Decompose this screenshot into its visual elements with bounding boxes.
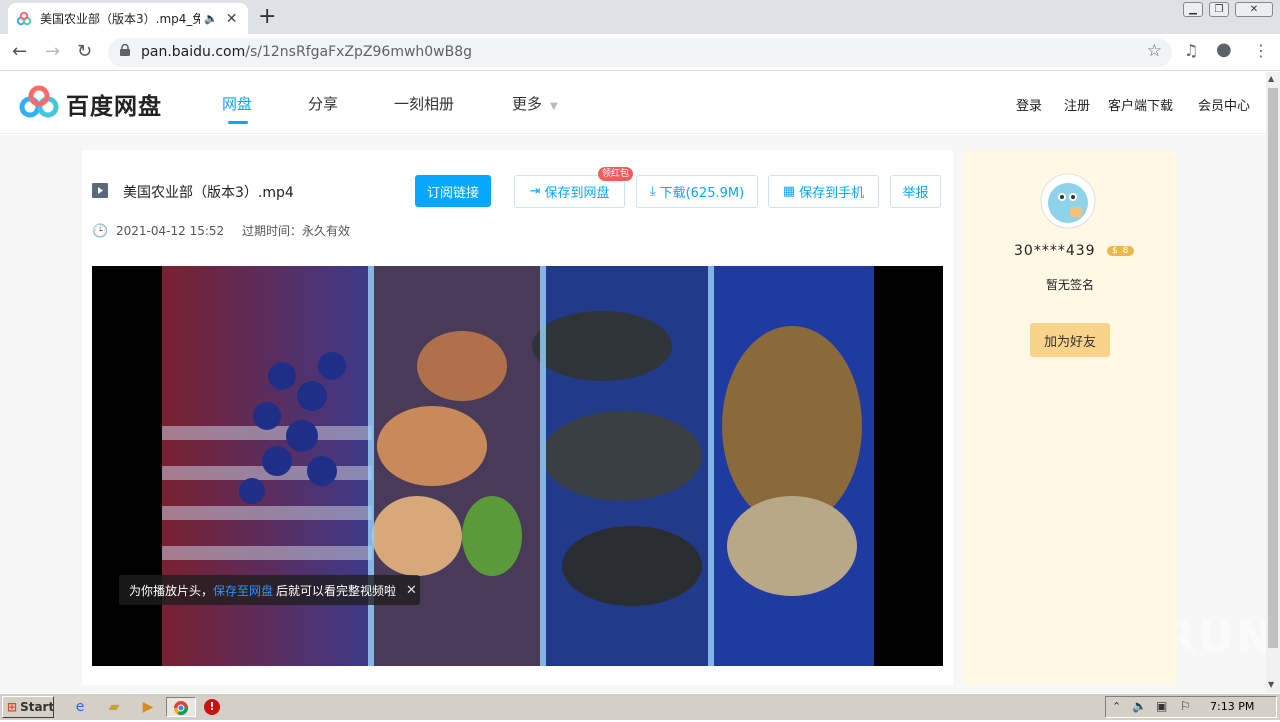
site-header: 百度网盘 网盘 分享 一刻相册 更多 ▼ 登录 注册 客户端下载 会员中心: [0, 72, 1266, 134]
scroll-up-arrow-icon[interactable]: ▲: [1268, 74, 1274, 83]
file-name: 美国农业部（版本3）.mp4: [123, 185, 294, 201]
url-text: pan.baidu.com/s/12nsRfgaFxZpZ96mwh0wB8g: [141, 44, 473, 60]
media-control-icon[interactable]: ♫: [1184, 41, 1198, 60]
close-window-button[interactable]: ✕: [1235, 2, 1273, 17]
nav-more[interactable]: 更多 ▼: [512, 93, 558, 114]
tab-close-icon[interactable]: ✕: [226, 11, 238, 27]
login-link[interactable]: 登录: [1016, 95, 1042, 114]
preview-toast: 为你播放片头， 保存至网盘 后就可以看完整视频啦 ✕: [119, 575, 420, 605]
level-badge: $ 8: [1107, 246, 1135, 256]
add-friend-button[interactable]: 加为好友: [1030, 323, 1110, 357]
member-center-link[interactable]: 会员中心: [1198, 95, 1250, 114]
menu-kebab-icon[interactable]: ⋮: [1253, 41, 1269, 60]
register-link[interactable]: 注册: [1064, 95, 1090, 114]
lock-icon: [120, 44, 130, 56]
forward-arrow-icon[interactable]: →: [45, 41, 60, 62]
explorer-folder-icon[interactable]: ▰: [104, 697, 124, 717]
minimize-button[interactable]: ▁: [1183, 2, 1203, 17]
nav-album[interactable]: 一刻相册: [394, 93, 454, 114]
expiry-text: 过期时间：永久有效: [241, 224, 350, 238]
toast-close-icon[interactable]: ✕: [406, 583, 417, 598]
clock-icon: 🕒: [92, 224, 109, 239]
subscribe-button[interactable]: 订阅链接: [415, 175, 491, 207]
save-to-phone-button[interactable]: ▦ 保存到手机: [768, 175, 879, 208]
active-nav-underline: [228, 121, 248, 124]
avatar[interactable]: [1040, 173, 1096, 229]
download-icon: ⤓: [649, 184, 656, 199]
nav-share[interactable]: 分享: [308, 93, 338, 114]
restore-button[interactable]: ❐: [1209, 2, 1229, 17]
report-button[interactable]: 举报: [890, 175, 941, 208]
toast-text-suffix: 后就可以看完整视频啦: [276, 583, 397, 598]
tab-title: 美国农业部（版本3）.mp4_免费: [40, 12, 200, 26]
tab-strip: 美国农业部（版本3）.mp4_免费 🔈 ✕ + ▁ ❐ ✕: [0, 0, 1280, 34]
network-icon[interactable]: ▣: [1156, 699, 1167, 713]
client-download-link[interactable]: 客户端下载: [1108, 95, 1173, 114]
address-bar[interactable]: pan.baidu.com/s/12nsRfgaFxZpZ96mwh0wB8g …: [108, 38, 1172, 67]
windows-taskbar: ⊞ Start e ▰ ▶ ! ⌃ 🔈 ▣ ⚐ 7:13 PM: [0, 693, 1280, 720]
upload-date: 2021-04-12 15:52: [116, 224, 225, 238]
back-arrow-icon[interactable]: ←: [12, 41, 27, 62]
toast-save-link[interactable]: 保存至网盘: [213, 582, 273, 599]
browser-toolbar: ← → ↻ pan.baidu.com/s/12nsRfgaFxZpZ96mwh…: [0, 34, 1280, 71]
flag-icon[interactable]: ⚐: [1180, 699, 1191, 713]
download-button[interactable]: ⤓ 下载(625.9M): [636, 175, 758, 208]
security-shield-icon[interactable]: !: [204, 699, 220, 715]
scroll-down-arrow-icon[interactable]: ▼: [1268, 680, 1274, 689]
windows-logo-icon: ⊞: [7, 700, 18, 714]
baidu-netdisk-logo-icon[interactable]: [19, 85, 59, 119]
taskbar-clock: 7:13 PM: [1210, 700, 1255, 713]
start-button[interactable]: ⊞ Start: [2, 696, 54, 718]
video-frame-image: [162, 266, 874, 666]
media-player-icon[interactable]: ▶: [138, 697, 158, 717]
tray-expand-icon[interactable]: ⌃: [1112, 700, 1121, 713]
browser-tab[interactable]: 美国农业部（版本3）.mp4_免费 🔈 ✕: [8, 3, 248, 34]
video-player[interactable]: [92, 266, 943, 666]
bookmark-star-icon[interactable]: ☆: [1147, 41, 1162, 61]
speaker-icon[interactable]: 🔈: [204, 12, 218, 25]
reload-icon[interactable]: ↻: [77, 41, 92, 62]
ie-icon[interactable]: e: [70, 697, 90, 717]
volume-icon[interactable]: 🔈: [1132, 699, 1147, 713]
video-file-icon: [92, 183, 108, 198]
new-tab-button[interactable]: +: [258, 4, 276, 30]
site-logo-text[interactable]: 百度网盘: [66, 87, 162, 121]
save-icon: ⇥: [529, 184, 541, 199]
scrollbar-thumb[interactable]: [1268, 88, 1278, 648]
qr-code-icon: ▦: [782, 184, 796, 199]
nav-netdisk[interactable]: 网盘: [222, 93, 252, 114]
toast-text-prefix: 为你播放片头，: [129, 583, 214, 598]
username: 30****439 $ 8: [1014, 243, 1135, 259]
chevron-down-icon: ▼: [550, 101, 558, 112]
profile-avatar-icon[interactable]: ●: [1216, 39, 1232, 60]
signature-text: 暂无签名: [1046, 278, 1095, 292]
user-sidebar: [963, 150, 1177, 685]
file-meta: 🕒 2021-04-12 15:52 过期时间：永久有效: [92, 222, 350, 239]
red-packet-badge: 领红包: [598, 167, 633, 181]
chrome-taskbar-icon[interactable]: [166, 697, 196, 717]
baidu-netdisk-favicon-icon: [16, 11, 32, 25]
